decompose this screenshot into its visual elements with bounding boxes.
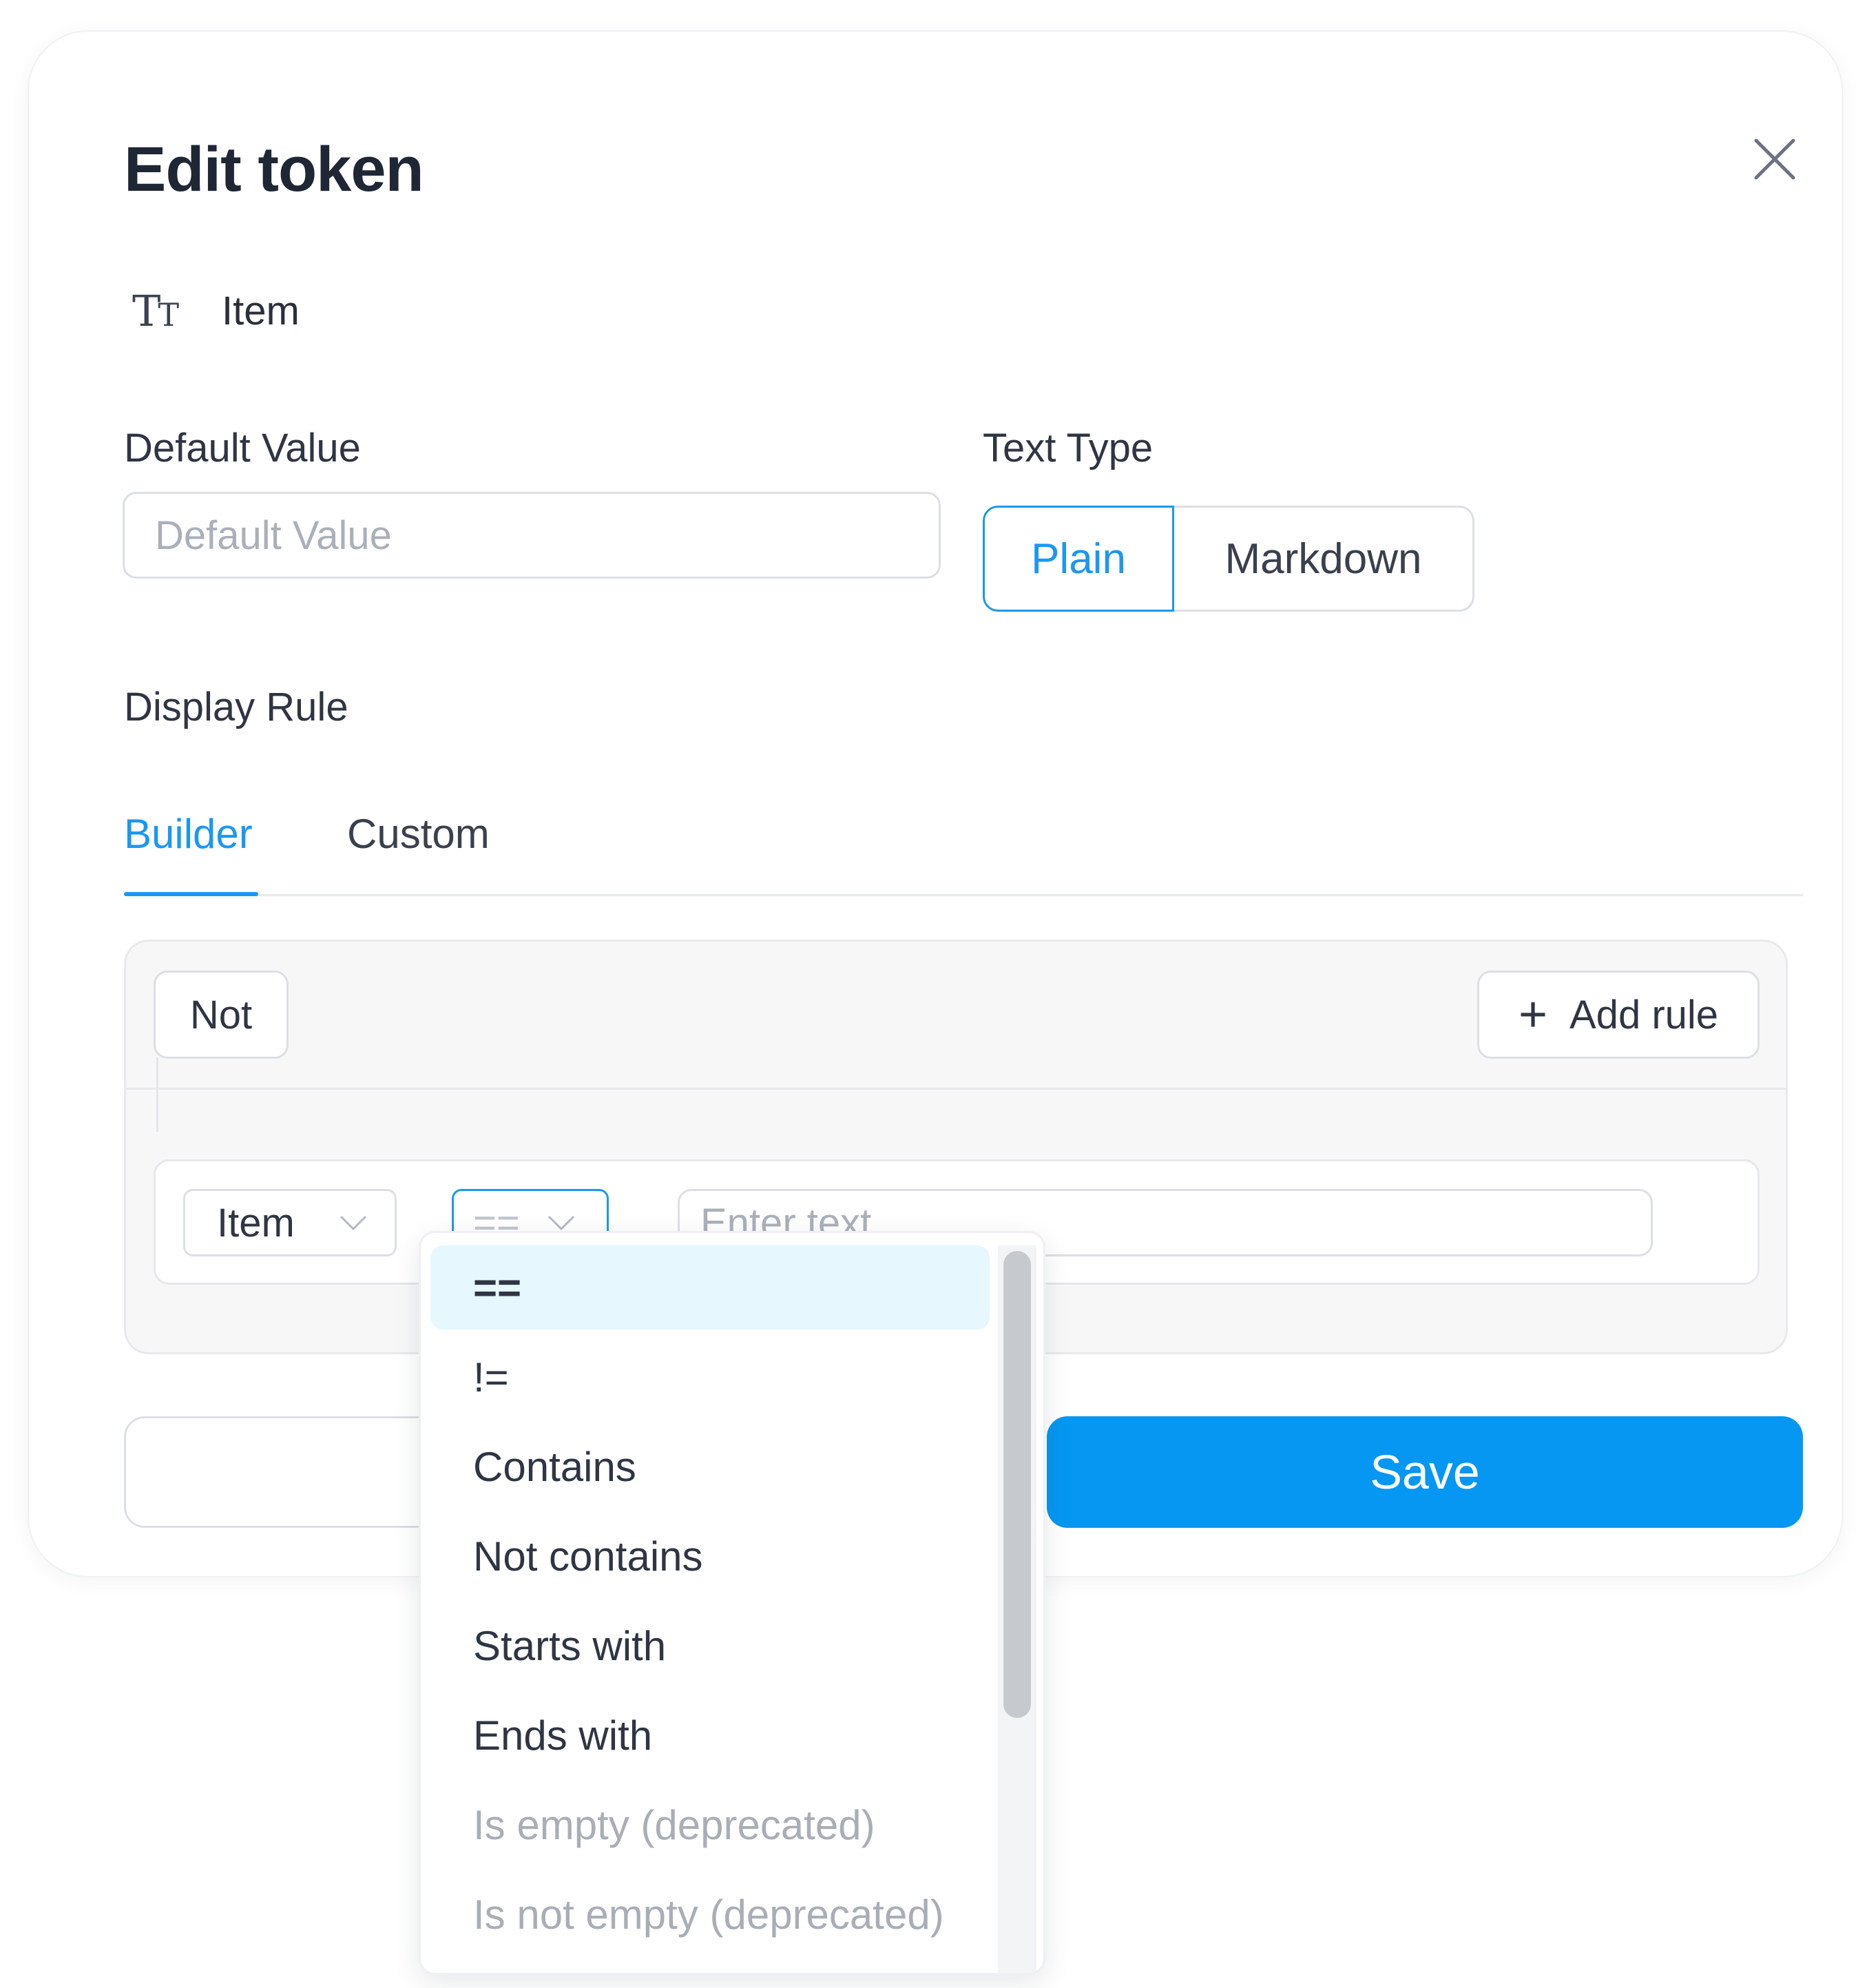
operator-option-not-contains[interactable]: Not contains bbox=[430, 1514, 990, 1598]
operator-option-not-equals[interactable]: != bbox=[430, 1335, 990, 1419]
text-type-markdown-button[interactable]: Markdown bbox=[1174, 506, 1474, 612]
save-button[interactable]: Save bbox=[1047, 1416, 1803, 1528]
rule-header-divider bbox=[126, 1088, 1786, 1090]
display-rule-tabs: Builder Custom bbox=[124, 795, 1803, 896]
operator-option-contains[interactable]: Contains bbox=[430, 1425, 990, 1509]
default-value-label: Default Value bbox=[124, 426, 361, 470]
text-type-icon: TT bbox=[132, 285, 179, 336]
operator-option-is-not-empty: Is not empty (deprecated) bbox=[473, 1891, 944, 1938]
dropdown-scrollbar-thumb[interactable] bbox=[1003, 1251, 1031, 1718]
close-icon[interactable] bbox=[1744, 128, 1806, 190]
text-type-toggle: Plain Markdown bbox=[983, 506, 1474, 612]
rule-connector-line bbox=[156, 1057, 158, 1132]
add-rule-label: Add rule bbox=[1569, 992, 1719, 1037]
chevron-down-icon bbox=[547, 1215, 575, 1231]
token-name: Item bbox=[222, 288, 300, 333]
active-tab-indicator bbox=[124, 892, 258, 896]
display-rule-label: Display Rule bbox=[124, 685, 348, 729]
rule-field-value: Item bbox=[217, 1200, 295, 1245]
tab-builder[interactable]: Builder bbox=[124, 803, 253, 865]
modal-title: Edit token bbox=[124, 134, 424, 205]
chevron-down-icon bbox=[340, 1215, 367, 1231]
operator-option-equals[interactable]: == bbox=[430, 1245, 990, 1329]
plus-icon: + bbox=[1518, 987, 1547, 1042]
text-type-label: Text Type bbox=[983, 426, 1154, 470]
operator-option-ends-with[interactable]: Ends with bbox=[430, 1693, 990, 1777]
default-value-input[interactable] bbox=[123, 492, 941, 579]
rule-field-select[interactable]: Item bbox=[183, 1189, 397, 1256]
operator-dropdown: == != Contains Not contains Starts with … bbox=[419, 1231, 1045, 1975]
operator-option-starts-with[interactable]: Starts with bbox=[430, 1604, 990, 1688]
text-type-plain-button[interactable]: Plain bbox=[983, 506, 1174, 612]
tab-custom[interactable]: Custom bbox=[347, 803, 490, 865]
not-button[interactable]: Not bbox=[154, 971, 289, 1059]
token-info: TT Item bbox=[132, 283, 300, 338]
add-rule-button[interactable]: + Add rule bbox=[1477, 971, 1760, 1059]
operator-option-is-empty: Is empty (deprecated) bbox=[473, 1801, 875, 1848]
